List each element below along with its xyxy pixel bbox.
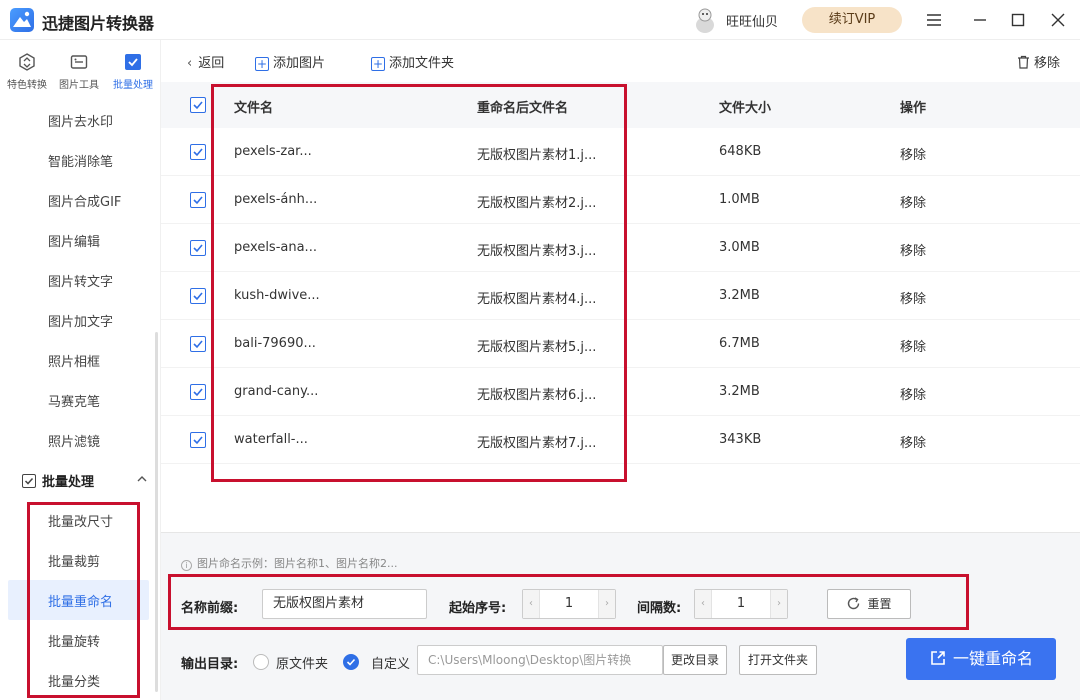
sidebar-section-batch[interactable]: 批量处理 <box>22 471 94 490</box>
add-folder-button[interactable]: + 添加文件夹 <box>371 52 454 71</box>
row-remove-button[interactable]: 移除 <box>900 288 926 307</box>
trash-icon <box>1017 55 1030 73</box>
username[interactable]: 旺旺仙贝 <box>726 11 778 30</box>
tab-batch[interactable]: 批量处理 <box>108 52 158 91</box>
select-all-checkbox[interactable] <box>190 97 206 113</box>
highlight-box-sidebar <box>27 502 140 698</box>
cell-size: 1.0MB <box>719 192 760 207</box>
radio-custom-folder[interactable] <box>343 654 359 670</box>
cell-size: 3.2MB <box>719 384 760 399</box>
row-remove-button[interactable]: 移除 <box>900 384 926 403</box>
row-checkbox[interactable] <box>190 192 206 208</box>
row-checkbox[interactable] <box>190 336 206 352</box>
chevron-left-icon: ‹ <box>187 56 193 71</box>
custom-folder-label[interactable]: 自定义 <box>371 653 410 672</box>
sidebar-item-mosaic[interactable]: 马赛克笔 <box>48 391 100 410</box>
image-tools-icon <box>69 52 89 72</box>
tab-batch-label: 批量处理 <box>113 80 153 91</box>
output-path-field[interactable]: C:\Users\Mloong\Desktop\图片转换 <box>417 645 663 675</box>
renew-vip-button[interactable]: 续订VIP <box>802 7 902 33</box>
row-checkbox[interactable] <box>190 432 206 448</box>
original-folder-label[interactable]: 原文件夹 <box>276 653 328 672</box>
batch-section-icon <box>22 474 36 488</box>
open-folder-button[interactable]: 打开文件夹 <box>739 645 817 675</box>
maximize-icon[interactable] <box>1008 10 1028 30</box>
naming-hint: i 图片命名示例：图片名称1、图片名称2... <box>181 555 398 571</box>
app-title: 迅捷图片转换器 <box>42 14 155 33</box>
toolbar: ‹ 返回 + 添加图片 + 添加文件夹 移除 <box>161 40 1080 82</box>
cell-size: 648KB <box>719 144 762 159</box>
add-image-icon: + <box>255 57 269 71</box>
cell-size: 343KB <box>719 432 762 447</box>
remove-all-button[interactable]: 移除 <box>1017 52 1060 73</box>
row-remove-button[interactable]: 移除 <box>900 192 926 211</box>
app-logo <box>10 8 34 32</box>
add-folder-label: 添加文件夹 <box>389 56 455 71</box>
sidebar-item-smart-eraser[interactable]: 智能消除笔 <box>48 151 113 170</box>
add-image-button[interactable]: + 添加图片 <box>255 52 325 71</box>
special-convert-icon <box>17 52 37 72</box>
sidebar-item-add-text[interactable]: 图片加文字 <box>48 311 113 330</box>
sidebar-item-gif[interactable]: 图片合成GIF <box>48 191 121 210</box>
remove-all-label: 移除 <box>1034 56 1061 71</box>
user-avatar[interactable] <box>692 6 718 34</box>
export-icon <box>929 641 947 683</box>
cell-size: 3.2MB <box>719 288 760 303</box>
header-size[interactable]: 文件大小 <box>719 97 771 116</box>
batch-rename-button[interactable]: 一键重命名 <box>906 638 1056 680</box>
sidebar-item-filter[interactable]: 照片滤镜 <box>48 431 100 450</box>
minimize-icon[interactable] <box>970 10 990 30</box>
title-bar: 迅捷图片转换器 旺旺仙贝 续订VIP <box>0 0 1080 40</box>
row-remove-button[interactable]: 移除 <box>900 240 926 259</box>
back-button[interactable]: ‹ 返回 <box>187 52 224 71</box>
sidebar-item-image-to-text[interactable]: 图片转文字 <box>48 271 113 290</box>
sidebar-item-remove-watermark[interactable]: 图片去水印 <box>48 111 113 130</box>
highlight-box-settings <box>168 574 969 630</box>
back-label: 返回 <box>198 56 225 71</box>
row-checkbox[interactable] <box>190 288 206 304</box>
menu-icon[interactable] <box>924 10 944 30</box>
cell-size: 6.7MB <box>719 336 760 351</box>
chevron-up-icon[interactable] <box>137 473 147 486</box>
row-remove-button[interactable]: 移除 <box>900 144 926 163</box>
row-remove-button[interactable]: 移除 <box>900 336 926 355</box>
highlight-box-filenames <box>211 84 627 482</box>
add-folder-icon: + <box>371 57 385 71</box>
tab-image-tools-label: 图片工具 <box>59 80 99 91</box>
tab-image-tools[interactable]: 图片工具 <box>54 52 104 91</box>
batch-icon <box>123 52 143 72</box>
header-action: 操作 <box>900 101 927 116</box>
tab-special-convert[interactable]: 特色转换 <box>2 52 52 91</box>
batch-rename-label: 一键重命名 <box>952 649 1033 668</box>
row-checkbox[interactable] <box>190 240 206 256</box>
row-remove-button[interactable]: 移除 <box>900 432 926 451</box>
row-checkbox[interactable] <box>190 384 206 400</box>
naming-hint-text: 图片命名示例：图片名称1、图片名称2... <box>197 557 398 570</box>
cell-size: 3.0MB <box>719 240 760 255</box>
change-dir-button[interactable]: 更改目录 <box>663 645 727 675</box>
radio-original-folder[interactable] <box>253 654 269 670</box>
sidebar-item-frame[interactable]: 照片相框 <box>48 351 100 370</box>
row-checkbox[interactable] <box>190 144 206 160</box>
sidebar-item-edit[interactable]: 图片编辑 <box>48 231 100 250</box>
feature-rail: 特色转换 图片工具 批量处理 <box>0 40 160 100</box>
close-icon[interactable] <box>1048 10 1068 30</box>
sidebar-scrollbar[interactable] <box>155 332 158 692</box>
add-image-label: 添加图片 <box>273 56 326 71</box>
sidebar-section-label: 批量处理 <box>42 475 95 490</box>
output-dir-label: 输出目录: <box>181 657 239 672</box>
info-icon: i <box>181 560 192 571</box>
tab-special-convert-label: 特色转换 <box>7 80 47 91</box>
